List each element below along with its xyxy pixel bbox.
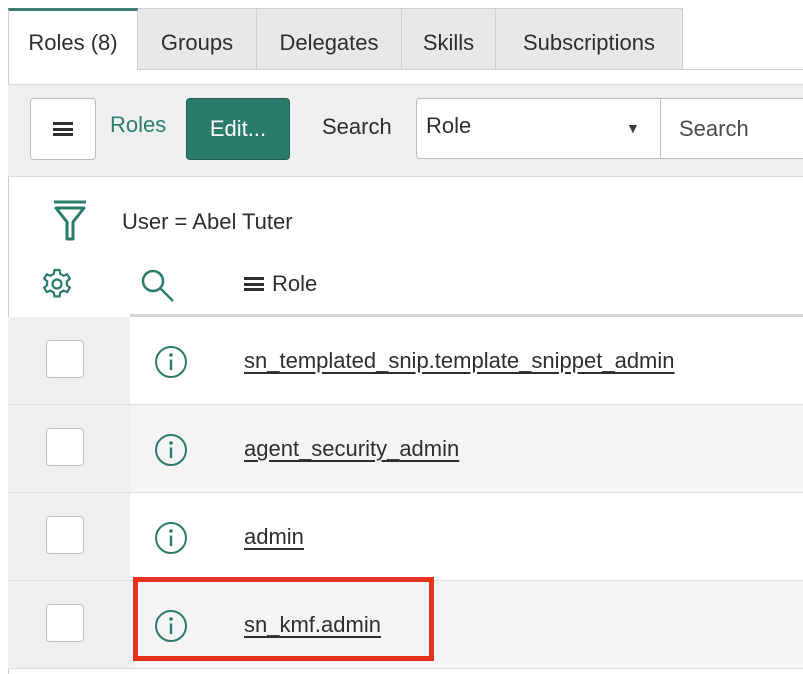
table-row: agent_security_admin [8,405,803,493]
dropdown-arrow-icon: ▼ [626,120,640,136]
table-row: sn_templated_snip.template_snippet_admin [8,317,803,405]
tab-groups[interactable]: Groups [137,8,257,69]
info-icon[interactable] [154,521,188,555]
role-link[interactable]: sn_kmf.admin [244,612,381,638]
funnel-icon[interactable] [52,199,88,243]
info-icon[interactable] [154,609,188,643]
column-header-role[interactable]: Role [244,271,317,297]
tab-roles[interactable]: Roles (8) [8,8,138,70]
tab-skills[interactable]: Skills [401,8,496,69]
tab-subscriptions[interactable]: Subscriptions [495,8,683,69]
info-icon[interactable] [154,345,188,379]
table-row: sn_kmf.admin [8,581,803,669]
search-field-select-value: Role [426,113,472,138]
row-checkbox[interactable] [46,516,84,554]
edit-button[interactable]: Edit... [186,98,290,160]
row-checkbox[interactable] [46,428,84,466]
search-label: Search [322,114,392,139]
info-icon[interactable] [154,433,188,467]
search-input[interactable] [661,98,803,159]
hamburger-icon [53,122,73,136]
tab-delegates[interactable]: Delegates [256,8,402,69]
table-row: admin [8,493,803,581]
related-list-tabs: Roles (8) Groups Delegates Skills Subscr… [8,8,684,70]
role-link[interactable]: agent_security_admin [244,436,459,462]
row-checkbox[interactable] [46,340,84,378]
filter-breadcrumb[interactable]: User = Abel Tuter [122,209,293,235]
gear-icon[interactable] [41,268,73,300]
list-title-link[interactable]: Roles [110,112,166,138]
list-context-menu-button[interactable] [30,98,96,160]
column-menu-icon[interactable] [244,277,264,291]
role-link[interactable]: admin [244,524,304,550]
column-header-label: Role [272,271,318,296]
role-link[interactable]: sn_templated_snip.template_snippet_admin [244,348,675,374]
search-icon[interactable] [140,268,176,304]
row-checkbox[interactable] [46,604,84,642]
